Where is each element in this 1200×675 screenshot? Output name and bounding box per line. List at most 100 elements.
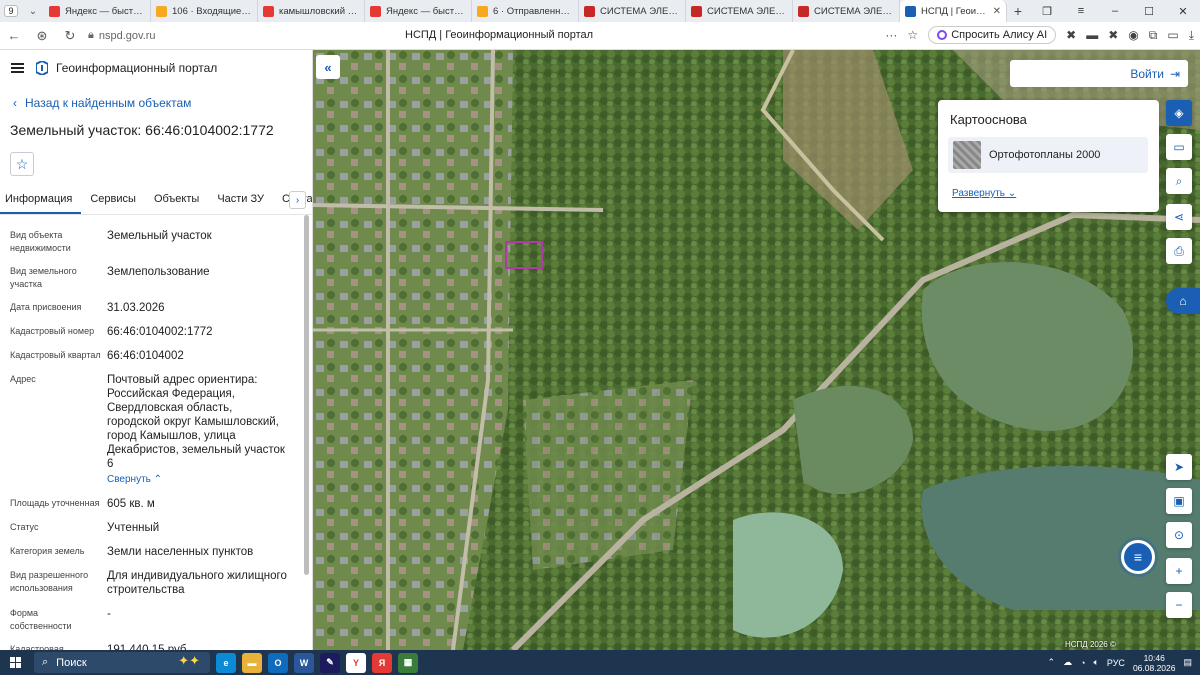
info-tab[interactable]: Информация <box>0 193 82 214</box>
bookmarks-icon[interactable]: ❒ <box>1030 5 1064 18</box>
panel-scrollbar[interactable] <box>304 215 309 575</box>
windows-taskbar: ⌕ Поиск ✦✦ e ▬ O W ✎ Y Я ▦ ⌃ ☁ ◔ 🔈︎ РУС … <box>0 650 1200 675</box>
yandex-browser-icon[interactable]: Y <box>346 652 366 673</box>
window-controls: ❒ ≡ – ☐ ✕ <box>1030 0 1200 22</box>
login-label: Войти <box>1130 66 1164 81</box>
layers-tool-icon[interactable]: ◈ <box>1166 100 1192 126</box>
store-icon[interactable]: ▦ <box>398 652 418 673</box>
minimap-icon[interactable]: ▣ <box>1166 488 1192 514</box>
browser-tab[interactable]: камышловский горо <box>258 0 365 22</box>
language-indicator[interactable]: РУС <box>1107 658 1125 668</box>
file-explorer-icon[interactable]: ▬ <box>242 652 262 673</box>
lock-icon: 🔒︎ <box>88 29 94 41</box>
share-tool-icon[interactable]: ⋖ <box>1166 204 1192 230</box>
download-icon[interactable]: ⤓ <box>1189 28 1194 43</box>
geolocation-pin-icon[interactable]: ⊙ <box>1166 522 1192 548</box>
zoom-in-icon[interactable]: + <box>1166 558 1192 584</box>
basemap-expand-link[interactable]: Развернуть ⌄ <box>952 188 1016 199</box>
menu-hamburger-icon[interactable] <box>11 63 24 73</box>
basemap-option[interactable]: Ортофотопланы 2000 <box>948 137 1148 173</box>
browser-tab[interactable]: НСПД | Геоинфор ✕ <box>900 0 1007 22</box>
extension-icon-1[interactable]: ✖ <box>1066 28 1076 42</box>
property-value: 66:46:0104002:1772 <box>107 325 302 339</box>
volume-icon[interactable]: 🔈︎ <box>1094 657 1099 668</box>
browser-tab[interactable]: 106 · Входящие — Я <box>151 0 258 22</box>
word-icon[interactable]: W <box>294 652 314 673</box>
collapse-address-link[interactable]: Свернуть ⌃ <box>107 473 162 487</box>
info-tab[interactable]: Сервисы <box>81 193 145 214</box>
browser-tab-label: 106 · Входящие — Я <box>172 5 252 17</box>
chat-support-icon[interactable]: ≡ <box>1121 540 1155 574</box>
notifications-icon[interactable]: ▤ <box>1183 657 1192 668</box>
windows-start-icon[interactable] <box>0 657 30 668</box>
browser-tab[interactable]: СИСТЕМА ЭЛЕКТРО <box>686 0 793 22</box>
property-key: Форма собственности <box>10 608 72 631</box>
property-row: Площадь уточненная 605 кв. м <box>10 497 302 511</box>
outlook-icon[interactable]: O <box>268 652 288 673</box>
tray-chevron-icon[interactable]: ⌃ <box>1048 657 1056 668</box>
tab-favicon-icon <box>263 5 274 17</box>
login-bar[interactable]: Войти ⇥ <box>1010 60 1188 87</box>
browser-tab[interactable]: СИСТЕМА ЭЛЕКТРО <box>793 0 900 22</box>
property-row: Кадастровый номер 66:46:0104002:1772 <box>10 325 302 339</box>
browser-tab[interactable]: Яндекс — быстрый п <box>365 0 472 22</box>
reload-icon[interactable]: ↻ <box>56 28 84 44</box>
tabs-scroll-right-icon[interactable]: › <box>289 191 306 209</box>
ask-alice-button[interactable]: Спросить Алису AI <box>928 26 1057 44</box>
info-tab[interactable]: Объекты <box>145 193 208 214</box>
area-select-tool-icon[interactable]: ⌕ <box>1166 168 1192 194</box>
onedrive-icon[interactable]: ☁ <box>1063 657 1072 668</box>
new-tab-plus-icon[interactable]: + <box>1007 3 1029 19</box>
extension-icon-4[interactable]: ◉ <box>1128 28 1138 42</box>
portal-name: Геоинформационный портал <box>56 61 218 75</box>
browser-tab[interactable]: СИСТЕМА ЭЛЕКТРО <box>579 0 686 22</box>
collapse-label: Свернуть <box>107 474 151 485</box>
extension-icon-3[interactable]: ✖ <box>1108 28 1118 42</box>
extensions-puzzle-icon[interactable]: ⧉ <box>1149 28 1158 43</box>
print-tool-icon[interactable]: ⎙ <box>1166 238 1192 264</box>
ruler-tool-icon[interactable]: ▭ <box>1166 134 1192 160</box>
property-value: Земельный участок <box>107 229 302 255</box>
zoom-out-icon[interactable]: − <box>1166 592 1192 618</box>
network-icon[interactable]: ◔ <box>1080 658 1085 668</box>
close-tab-icon[interactable]: ✕ <box>993 6 1001 17</box>
browser-tab[interactable]: 6 · Отправленные — <box>472 0 579 22</box>
yandex-icon-taskbar[interactable]: Я <box>372 652 392 673</box>
property-value: Земли населенных пунктов <box>107 545 302 559</box>
property-value-text: 66:46:0104002:1772 <box>107 326 213 338</box>
maximize-icon[interactable]: ☐ <box>1132 5 1166 18</box>
tab-favicon-icon <box>370 5 381 17</box>
back-arrow-icon[interactable]: ← <box>0 28 28 43</box>
extension-icon-2[interactable]: ▬ <box>1086 28 1098 42</box>
tab-favicon-icon <box>49 5 60 17</box>
favorite-star-icon[interactable]: ☆ <box>10 152 34 176</box>
property-value: 66:46:0104002 <box>107 349 302 363</box>
more-dots-icon[interactable]: ··· <box>885 28 897 42</box>
property-value-text: Почтовый адрес ориентира: Российская Фед… <box>107 374 285 470</box>
property-value: Почтовый адрес ориентира: Российская Фед… <box>107 373 302 487</box>
edge-icon[interactable]: e <box>216 652 236 673</box>
tab-list-chevron-icon[interactable]: ⌄ <box>22 0 44 22</box>
info-tab[interactable]: Части ЗУ <box>208 193 273 214</box>
hamburger-menu-icon[interactable]: ≡ <box>1064 5 1098 17</box>
app-icon[interactable]: ✎ <box>320 652 340 673</box>
map-view[interactable]: « Войти ⇥ Картооснова Ортофотопланы 2000… <box>313 50 1200 650</box>
search-highlight-icon: ✦✦ <box>178 653 200 668</box>
clock[interactable]: 10:46 06.08.2026 <box>1133 653 1176 673</box>
yandex-icon[interactable]: ⊛ <box>28 28 56 44</box>
collapse-panel-chevrons-icon[interactable]: « <box>316 55 340 79</box>
assistant-tool-icon[interactable]: ⌂ <box>1166 288 1200 314</box>
url-field[interactable]: 🔒︎ nspd.gov.ru <box>88 29 156 42</box>
back-to-results-link[interactable]: ‹ Назад к найденным объектам <box>13 96 312 110</box>
property-row: Вид объекта недвижимости Земельный участо… <box>10 229 302 255</box>
browser-tab[interactable]: Яндекс — быстрый п <box>44 0 151 22</box>
property-row: Дата присвоения 31.03.2026 <box>10 301 302 315</box>
minimize-icon[interactable]: – <box>1098 5 1132 17</box>
taskbar-search[interactable]: ⌕ Поиск ✦✦ <box>34 652 210 673</box>
close-window-icon[interactable]: ✕ <box>1166 5 1200 18</box>
locate-me-icon[interactable]: ➤ <box>1166 454 1192 480</box>
tab-counter[interactable]: 9 <box>0 0 22 22</box>
tab-favicon-icon <box>691 5 702 17</box>
bookmark-icon[interactable]: ☆ <box>907 28 918 42</box>
downloads-folder-icon[interactable]: ▭ <box>1167 28 1178 42</box>
